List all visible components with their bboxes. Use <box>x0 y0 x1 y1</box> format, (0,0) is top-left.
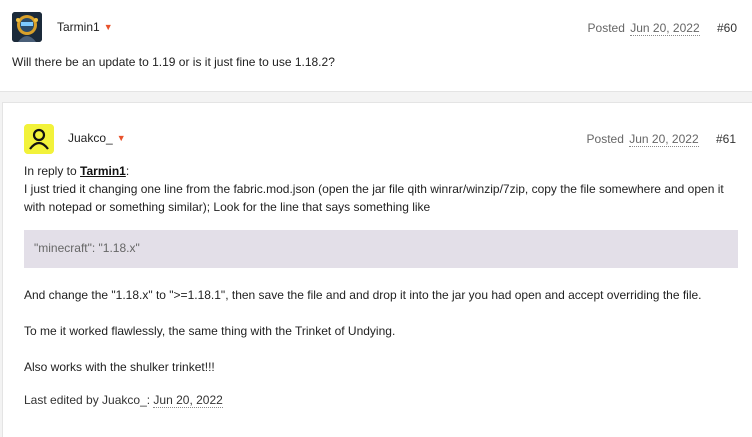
paragraph: I just tried it changing one line from t… <box>24 182 724 214</box>
reply-suffix: : <box>125 164 130 178</box>
caret-down-icon[interactable]: ▼ <box>117 133 126 143</box>
posted-label: Posted <box>586 132 624 146</box>
reply-line: In reply to Tarmin1: <box>24 163 744 180</box>
avatar[interactable] <box>12 12 42 42</box>
paragraph: And change the "1.18.x" to ">=1.18.1", t… <box>24 288 702 302</box>
reply-to-link[interactable]: Tarmin1 <box>80 164 126 178</box>
post-content: In reply to Tarmin1: I just tried it cha… <box>24 163 744 408</box>
author-link[interactable]: Juakco_ <box>68 131 113 145</box>
post-number-link[interactable]: #61 <box>716 132 736 146</box>
posted-label: Posted <box>587 21 625 35</box>
post-date: Jun 20, 2022 <box>630 21 700 36</box>
author-name[interactable]: Tarmin1 ▼ <box>57 20 113 34</box>
avatar[interactable] <box>24 124 54 154</box>
paragraph: To me it worked flawlessly, the same thi… <box>24 324 396 338</box>
forum-post: Juakco_ ▼ Posted Jun 20, 2022 #61 In repl… <box>2 102 752 437</box>
forum-post: Tarmin1 ▼ Posted Jun 20, 2022 #60 Will th… <box>0 0 752 92</box>
paragraph: Also works with the shulker trinket!!! <box>24 360 215 374</box>
author-link[interactable]: Tarmin1 <box>57 20 100 34</box>
author-name[interactable]: Juakco_ ▼ <box>68 131 126 145</box>
post-meta: Posted Jun 20, 2022 #60 <box>587 21 737 36</box>
edited-note: Last edited by Juakco_: Jun 20, 2022 <box>24 393 744 408</box>
post-content: Will there be an update to 1.19 or is it… <box>12 55 335 69</box>
post-meta: Posted Jun 20, 2022 #61 <box>586 132 736 147</box>
code-block: "minecraft": "1.18.x" <box>24 230 738 268</box>
caret-down-icon[interactable]: ▼ <box>104 22 113 32</box>
post-date: Jun 20, 2022 <box>629 132 699 147</box>
reply-prefix: In reply to <box>24 164 81 178</box>
edited-prefix: Last edited by Juakco_: <box>24 393 154 407</box>
edited-date: Jun 20, 2022 <box>153 393 223 408</box>
post-number-link[interactable]: #60 <box>717 21 737 35</box>
